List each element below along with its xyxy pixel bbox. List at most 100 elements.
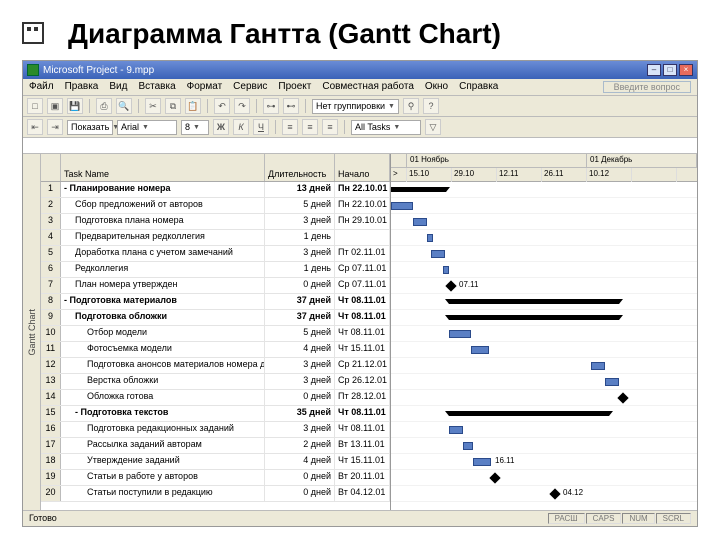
- menu-collab[interactable]: Совместная работа: [322, 81, 414, 93]
- table-row[interactable]: 5Доработка плана с учетом замечаний3 дне…: [41, 246, 390, 262]
- task-bar[interactable]: [605, 378, 619, 386]
- align-right-icon[interactable]: ≡: [322, 119, 338, 135]
- gantt-row: [391, 438, 697, 454]
- milestone-icon[interactable]: [549, 488, 560, 499]
- zoom-icon[interactable]: ⚲: [403, 98, 419, 114]
- menu-project[interactable]: Проект: [278, 81, 311, 93]
- table-row[interactable]: 20Статьи поступили в редакцию0 днейВт 04…: [41, 486, 390, 502]
- table-row[interactable]: 8- Подготовка материалов37 днейЧт 08.11.…: [41, 294, 390, 310]
- open-icon[interactable]: ▣: [47, 98, 63, 114]
- app-icon: [27, 64, 39, 76]
- window-title: Microsoft Project - 9.mpp: [43, 65, 154, 76]
- milestone-icon[interactable]: [445, 280, 456, 291]
- menu-window[interactable]: Окно: [425, 81, 448, 93]
- underline-icon[interactable]: Ч: [253, 119, 269, 135]
- col-duration[interactable]: Длительность: [265, 154, 335, 181]
- col-id[interactable]: [41, 154, 61, 181]
- milestone-icon[interactable]: [489, 472, 500, 483]
- table-row[interactable]: 9Подготовка обложки37 днейЧт 08.11.01: [41, 310, 390, 326]
- cut-icon[interactable]: ✂: [145, 98, 161, 114]
- slide-title: Диаграмма Гантта (Gantt Chart): [68, 18, 702, 50]
- ms-project-window: Microsoft Project - 9.mpp – □ × Файл Пра…: [22, 60, 698, 527]
- menu-format[interactable]: Формат: [187, 81, 223, 93]
- table-row[interactable]: 4Предварительная редколлегия1 день: [41, 230, 390, 246]
- task-bar[interactable]: [449, 330, 471, 338]
- status-scrl: SCRL: [656, 513, 691, 524]
- menu-view[interactable]: Вид: [109, 81, 127, 93]
- new-icon[interactable]: □: [27, 98, 43, 114]
- table-row[interactable]: 6Редколлегия1 деньСр 07.11.01: [41, 262, 390, 278]
- table-row[interactable]: 19Статьи в работе у авторов0 днейВт 20.1…: [41, 470, 390, 486]
- bold-icon[interactable]: Ж: [213, 119, 229, 135]
- table-row[interactable]: 17Рассылка заданий авторам2 днейВт 13.11…: [41, 438, 390, 454]
- statusbar: Готово РАСШ CAPS NUM SCRL: [23, 510, 697, 526]
- help-search[interactable]: Введите вопрос: [603, 81, 691, 93]
- italic-icon[interactable]: К: [233, 119, 249, 135]
- table-row[interactable]: 2Сбор предложений от авторов5 днейПн 22.…: [41, 198, 390, 214]
- table-row[interactable]: 15- Подготовка текстов35 днейЧт 08.11.01: [41, 406, 390, 422]
- table-row[interactable]: 3Подготовка плана номера3 днейПн 29.10.0…: [41, 214, 390, 230]
- menu-insert[interactable]: Вставка: [138, 81, 175, 93]
- task-bar[interactable]: [427, 234, 433, 242]
- font-select[interactable]: Arial▼: [117, 120, 177, 135]
- align-left-icon[interactable]: ≡: [282, 119, 298, 135]
- paste-icon[interactable]: 📋: [185, 98, 201, 114]
- col-start[interactable]: Начало: [335, 154, 390, 181]
- day-4: 26.11: [542, 168, 587, 182]
- status-caps: CAPS: [586, 513, 622, 524]
- filter-select[interactable]: All Tasks▼: [351, 120, 421, 135]
- table-row[interactable]: 11Фотосъемка модели4 днейЧт 15.11.01: [41, 342, 390, 358]
- status-text: Готово: [29, 513, 57, 524]
- show-select[interactable]: Показать▼: [67, 120, 113, 135]
- task-bar[interactable]: [413, 218, 427, 226]
- task-bar[interactable]: [391, 202, 413, 210]
- menu-edit[interactable]: Правка: [65, 81, 99, 93]
- task-bar[interactable]: [591, 362, 605, 370]
- unlink-icon[interactable]: ⊷: [283, 98, 299, 114]
- table-row[interactable]: 18Утверждение заданий4 днейЧт 15.11.01: [41, 454, 390, 470]
- minimize-button[interactable]: –: [647, 64, 661, 76]
- table-row[interactable]: 7План номера утвержден0 днейСр 07.11.01: [41, 278, 390, 294]
- menu-file[interactable]: Файл: [29, 81, 54, 93]
- formula-bar[interactable]: [23, 138, 697, 154]
- table-row[interactable]: 1- Планирование номера13 днейПн 22.10.01: [41, 182, 390, 198]
- milestone-icon[interactable]: [617, 392, 628, 403]
- align-center-icon[interactable]: ≡: [302, 119, 318, 135]
- print-icon[interactable]: ⎙: [96, 98, 112, 114]
- table-row[interactable]: 13Верстка обложки3 днейСр 26.12.01: [41, 374, 390, 390]
- outdent-icon[interactable]: ⇤: [27, 119, 43, 135]
- task-bar[interactable]: [449, 426, 463, 434]
- table-row[interactable]: 14Обложка готова0 днейПт 28.12.01: [41, 390, 390, 406]
- close-button[interactable]: ×: [679, 64, 693, 76]
- gantt-row: [391, 262, 697, 278]
- help-icon[interactable]: ?: [423, 98, 439, 114]
- autofilter-icon[interactable]: ▽: [425, 119, 441, 135]
- save-icon[interactable]: 💾: [67, 98, 83, 114]
- link-icon[interactable]: ⊶: [263, 98, 279, 114]
- task-bar[interactable]: [443, 266, 449, 274]
- view-label[interactable]: Gantt Chart: [23, 154, 41, 510]
- table-row[interactable]: 16Подготовка редакционных заданий3 днейЧ…: [41, 422, 390, 438]
- gantt-row: [391, 246, 697, 262]
- table-row[interactable]: 12Подготовка анонсов материалов номера д…: [41, 358, 390, 374]
- slide-bullet-icon: [22, 22, 44, 44]
- redo-icon[interactable]: ↷: [234, 98, 250, 114]
- copy-icon[interactable]: ⧉: [165, 98, 181, 114]
- table-row[interactable]: 10Отбор модели5 днейЧт 08.11.01: [41, 326, 390, 342]
- group-select[interactable]: Нет группировки▼: [312, 99, 399, 114]
- undo-icon[interactable]: ↶: [214, 98, 230, 114]
- task-bar[interactable]: [463, 442, 473, 450]
- maximize-button[interactable]: □: [663, 64, 677, 76]
- indent-icon[interactable]: ⇥: [47, 119, 63, 135]
- gantt-row: [391, 390, 697, 406]
- summary-bar: [449, 411, 609, 416]
- menu-tools[interactable]: Сервис: [233, 81, 267, 93]
- menu-help[interactable]: Справка: [459, 81, 498, 93]
- task-bar[interactable]: [431, 250, 445, 258]
- size-select[interactable]: 8▼: [181, 120, 209, 135]
- col-name[interactable]: Task Name: [61, 154, 265, 181]
- preview-icon[interactable]: 🔍: [116, 98, 132, 114]
- task-bar[interactable]: [471, 346, 489, 354]
- summary-bar: [449, 315, 619, 320]
- task-bar[interactable]: [473, 458, 491, 466]
